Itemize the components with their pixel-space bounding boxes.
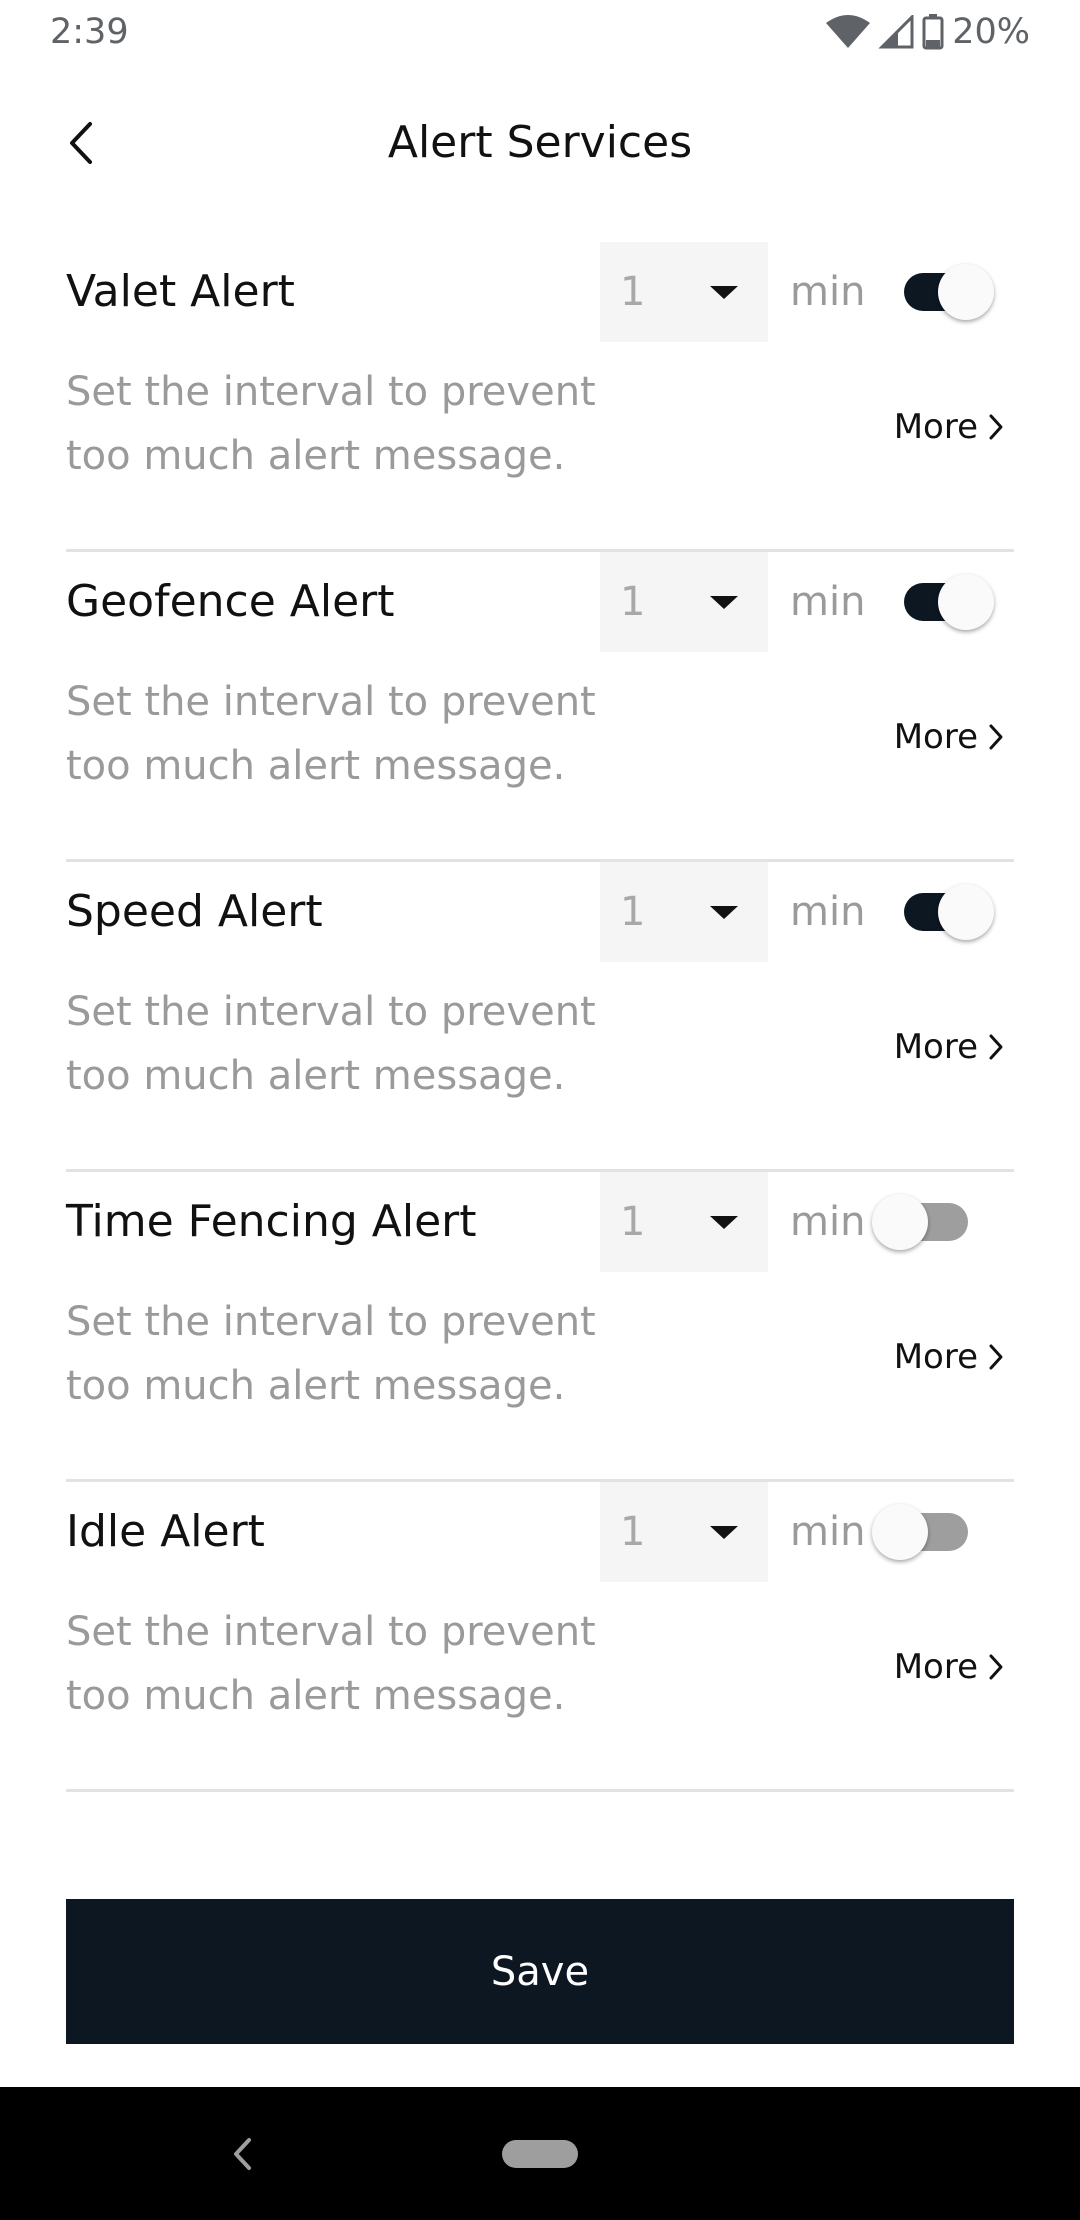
- battery-icon: [922, 14, 944, 50]
- cell-signal-icon: [878, 15, 914, 49]
- save-button[interactable]: Save: [66, 1899, 1014, 2044]
- interval-dropdown[interactable]: 1: [600, 552, 768, 652]
- caret-down-icon: [710, 1215, 738, 1229]
- interval-unit: min: [790, 269, 866, 315]
- alert-description: Set the interval to prevent too much ale…: [66, 1299, 596, 1409]
- interval-dropdown[interactable]: 1: [600, 1172, 768, 1272]
- toggle-thumb: [872, 1504, 928, 1560]
- more-label: More: [893, 1027, 978, 1067]
- interval-dropdown[interactable]: 1: [600, 242, 768, 342]
- system-back-button[interactable]: [222, 2129, 262, 2179]
- more-label: More: [893, 1337, 978, 1377]
- more-label: More: [893, 407, 978, 447]
- toggle-thumb: [938, 884, 994, 940]
- alert-toggle[interactable]: [898, 574, 998, 630]
- alert-name: Valet Alert: [66, 266, 295, 317]
- caret-down-icon: [710, 905, 738, 919]
- alert-name: Time Fencing Alert: [66, 1196, 477, 1247]
- page-title: Alert Services: [387, 117, 693, 168]
- wifi-icon: [826, 15, 871, 48]
- alert-item-idle: Idle Alert 1 min Set the interval to pre…: [66, 1482, 1014, 1792]
- toggle-thumb: [938, 264, 994, 320]
- battery-level: 20%: [952, 12, 1030, 52]
- interval-dropdown[interactable]: 1: [600, 862, 768, 962]
- alert-name: Speed Alert: [66, 886, 323, 937]
- nav-back-icon: [234, 2138, 251, 2170]
- more-label: More: [893, 717, 978, 757]
- alert-description: Set the interval to prevent too much ale…: [66, 679, 596, 789]
- alert-toggle[interactable]: [872, 1194, 998, 1250]
- interval-value: 1: [620, 1199, 646, 1245]
- alert-item-speed: Speed Alert 1 min Set the interval to pr…: [66, 862, 1014, 1172]
- more-link[interactable]: More: [894, 402, 1004, 452]
- chevron-right-icon: [989, 1034, 1003, 1060]
- more-link[interactable]: More: [894, 1022, 1004, 1072]
- header: Alert Services: [0, 100, 1080, 186]
- alert-item-geofence: Geofence Alert 1 min Set the interval to…: [66, 552, 1014, 862]
- interval-value: 1: [620, 1509, 646, 1555]
- alert-item-valet: Valet Alert 1 min Set the interval to pr…: [66, 242, 1014, 552]
- alert-description: Set the interval to prevent too much ale…: [66, 989, 596, 1099]
- alert-description: Set the interval to prevent too much ale…: [66, 1609, 596, 1719]
- caret-down-icon: [710, 595, 738, 609]
- interval-value: 1: [620, 889, 646, 935]
- more-link[interactable]: More: [894, 712, 1004, 762]
- chevron-right-icon: [989, 1654, 1003, 1680]
- interval-unit: min: [790, 889, 866, 935]
- chevron-right-icon: [989, 414, 1003, 440]
- system-nav-bar: [0, 2087, 1080, 2220]
- caret-down-icon: [710, 1525, 738, 1539]
- alert-item-time-fencing: Time Fencing Alert 1 min Set the interva…: [66, 1172, 1014, 1482]
- alert-name: Idle Alert: [66, 1506, 265, 1557]
- caret-down-icon: [710, 285, 738, 299]
- status-bar: 2:39 20%: [0, 0, 1080, 64]
- interval-value: 1: [620, 269, 646, 315]
- interval-value: 1: [620, 579, 646, 625]
- more-label: More: [893, 1647, 978, 1687]
- interval-unit: min: [790, 1509, 866, 1555]
- toggle-thumb: [872, 1194, 928, 1250]
- alert-toggle[interactable]: [872, 1504, 998, 1560]
- interval-unit: min: [790, 1199, 866, 1245]
- more-link[interactable]: More: [894, 1332, 1004, 1382]
- interval-unit: min: [790, 579, 866, 625]
- alert-list: Valet Alert 1 min Set the interval to pr…: [66, 242, 1014, 1792]
- alert-toggle[interactable]: [898, 264, 998, 320]
- alert-description: Set the interval to prevent too much ale…: [66, 369, 596, 479]
- system-home-pill[interactable]: [502, 2140, 578, 2168]
- toggle-thumb: [938, 574, 994, 630]
- alert-toggle[interactable]: [898, 884, 998, 940]
- more-link[interactable]: More: [894, 1642, 1004, 1692]
- chevron-right-icon: [989, 724, 1003, 750]
- status-time: 2:39: [50, 12, 129, 52]
- interval-dropdown[interactable]: 1: [600, 1482, 768, 1582]
- status-icons: 20%: [826, 12, 1030, 52]
- alert-name: Geofence Alert: [66, 576, 395, 627]
- chevron-right-icon: [989, 1344, 1003, 1370]
